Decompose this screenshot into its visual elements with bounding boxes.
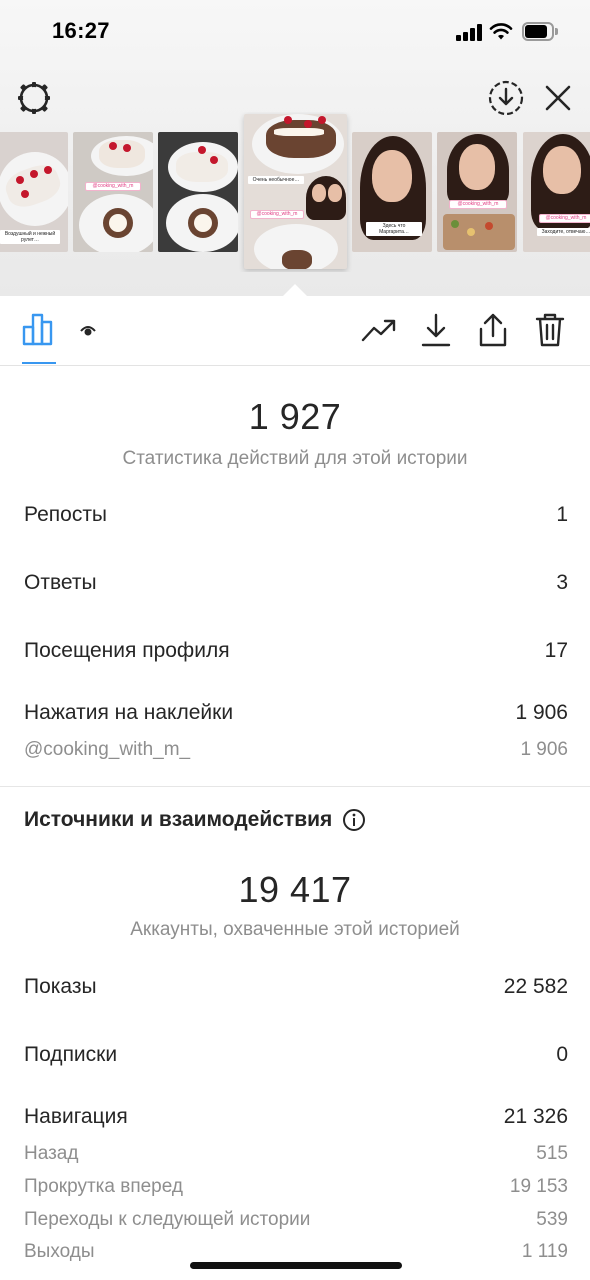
stat-value: 0 bbox=[556, 1043, 568, 1066]
active-tab-indicator bbox=[22, 362, 56, 364]
thumbnail-caption: Здесь что Маргарита… bbox=[366, 222, 422, 236]
story-thumbnail[interactable]: @cooking_with_m Заходите, отвечаю… bbox=[523, 132, 590, 252]
section-divider bbox=[0, 786, 590, 787]
story-thumbnail-selected[interactable]: Очень необычное… @cooking_with_m bbox=[244, 114, 347, 269]
stat-label: Ответы bbox=[24, 571, 97, 594]
stat-label: Навигация bbox=[24, 1105, 128, 1128]
actions-caption: Статистика действий для этой истории bbox=[122, 448, 468, 469]
stat-value: 1 bbox=[556, 503, 568, 526]
status-time: 16:27 bbox=[52, 18, 110, 43]
stat-value: 515 bbox=[536, 1143, 568, 1164]
stat-label: Нажатия на наклейки bbox=[24, 701, 234, 724]
stat-value: 1 906 bbox=[520, 739, 568, 760]
stat-value: 1 119 bbox=[521, 1241, 568, 1262]
stat-row-navigation: Навигация 21 326 bbox=[24, 1105, 568, 1129]
stat-label: Подписки bbox=[24, 1043, 118, 1066]
stat-value: 3 bbox=[556, 571, 568, 594]
thumbnail-caption: Воздушный и нежный рулет… bbox=[0, 230, 60, 244]
home-indicator[interactable] bbox=[190, 1262, 402, 1269]
battery-icon bbox=[522, 22, 558, 41]
stat-row-follows: Подписки 0 bbox=[24, 1043, 568, 1067]
section-title-text: Источники и взаимодействия bbox=[24, 808, 333, 831]
story-thumbnail[interactable]: Здесь что Маргарита… bbox=[352, 132, 432, 252]
stat-row-profile-visits: Посещения профиля 17 bbox=[24, 639, 568, 663]
stat-label: Репосты bbox=[24, 503, 108, 526]
stat-value: 22 582 bbox=[503, 975, 568, 998]
cellular-signal-icon bbox=[456, 24, 482, 41]
wifi-icon bbox=[489, 23, 513, 40]
thumbnail-sticker: @cooking_with_m bbox=[250, 210, 304, 219]
stat-value: 21 326 bbox=[503, 1105, 568, 1128]
selected-pointer-icon bbox=[282, 284, 308, 297]
stat-row-impressions: Показы 22 582 bbox=[24, 975, 568, 999]
reach-caption: Аккаунты, охваченные этой историей bbox=[130, 919, 460, 940]
stat-label: Выходы bbox=[24, 1241, 95, 1262]
stat-row-replies: Ответы 3 bbox=[24, 571, 568, 595]
stat-label: Показы bbox=[24, 975, 97, 998]
stat-label: Прокрутка вперед bbox=[24, 1176, 183, 1197]
share-icon[interactable] bbox=[474, 312, 512, 348]
thumbnail-sticker: @cooking_with_m bbox=[449, 200, 507, 209]
stat-label: Назад bbox=[24, 1143, 79, 1164]
story-thumbnail[interactable] bbox=[158, 132, 238, 252]
actions-total: 1 927 bbox=[248, 396, 342, 437]
thumbnail-caption: Очень необычное… bbox=[248, 176, 304, 184]
discovery-section-title: Источники и взаимодействия bbox=[24, 808, 366, 832]
stat-value: 19 153 bbox=[509, 1176, 568, 1197]
trending-icon[interactable] bbox=[360, 312, 398, 348]
stat-label: Посещения профиля bbox=[24, 639, 230, 662]
stat-label: Переходы к следующей истории bbox=[24, 1209, 311, 1230]
story-preview-header: 16:27 Воздушный и нежный рулет… @cooking… bbox=[0, 0, 590, 297]
trash-icon[interactable] bbox=[531, 312, 569, 348]
bar-chart-icon[interactable] bbox=[20, 312, 60, 346]
stat-row-sticker-mention[interactable]: @cooking_with_m_ 1 906 bbox=[24, 739, 568, 761]
reach-total: 19 417 bbox=[238, 869, 352, 910]
story-thumbnail[interactable]: Воздушный и нежный рулет… bbox=[0, 132, 68, 252]
thumbnail-sticker: @cooking_with_m bbox=[85, 182, 141, 191]
thumbnail-caption: Заходите, отвечаю… bbox=[537, 228, 590, 236]
stat-label: @cooking_with_m_ bbox=[24, 739, 191, 760]
story-thumbnail[interactable]: @cooking_with_m bbox=[73, 132, 153, 252]
story-thumbnail[interactable]: @cooking_with_m bbox=[437, 132, 517, 252]
stat-row-reposts: Репосты 1 bbox=[24, 503, 568, 527]
stat-value: 1 906 bbox=[515, 701, 568, 724]
nav-row-back: Назад 515 bbox=[24, 1143, 568, 1165]
nav-row-next-story: Переходы к следующей истории 539 bbox=[24, 1209, 568, 1231]
insights-tab-bar bbox=[0, 296, 590, 366]
story-thumbnail-strip[interactable]: Воздушный и нежный рулет… @cooking_with_… bbox=[0, 112, 590, 272]
stat-row-sticker-taps: Нажатия на наклейки 1 906 bbox=[24, 701, 568, 725]
stat-value: 539 bbox=[536, 1209, 568, 1230]
download-icon[interactable] bbox=[417, 312, 455, 348]
nav-row-exits: Выходы 1 119 bbox=[24, 1241, 568, 1263]
eye-icon[interactable] bbox=[78, 320, 98, 340]
thumbnail-sticker: @cooking_with_m bbox=[539, 214, 590, 223]
status-bar: 16:27 bbox=[0, 0, 590, 64]
stat-value: 17 bbox=[544, 639, 568, 662]
nav-row-forward: Прокрутка вперед 19 153 bbox=[24, 1176, 568, 1198]
info-icon[interactable] bbox=[342, 808, 366, 832]
